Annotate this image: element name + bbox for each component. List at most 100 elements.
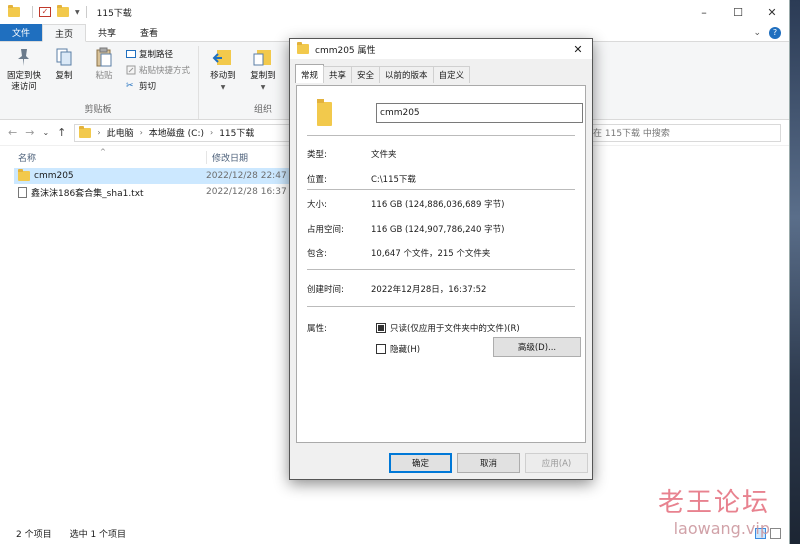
divider [307, 135, 575, 136]
breadcrumb-current-folder[interactable]: 115下载 [219, 126, 254, 139]
maximize-button[interactable]: ☐ [721, 0, 755, 24]
copy-path-button[interactable]: 复制路径 [126, 48, 190, 60]
properties-dialog: cmm205 属性 ✕ 常规 共享 安全 以前的版本 自定义 cmm205 类型… [289, 38, 593, 480]
tab-general[interactable]: 常规 [295, 64, 325, 83]
pin-label: 固定到快速访问 [6, 71, 41, 92]
folder-icon [8, 5, 20, 17]
prop-value: 文件夹 [371, 150, 397, 160]
breadcrumb-local-disk[interactable]: 本地磁盘 (C:) [149, 126, 204, 139]
tab-sharing[interactable]: 共享 [323, 66, 353, 83]
item-name: cmm205 [34, 171, 74, 181]
hidden-checkbox-box[interactable] [376, 344, 386, 354]
apply-button[interactable]: 应用(A) [525, 453, 588, 473]
search-placeholder: 在 115下载 中搜索 [593, 129, 670, 139]
pin-icon [18, 49, 29, 66]
copy-to-button[interactable]: 复制到 ▼ [245, 46, 281, 102]
list-item[interactable]: cmm205 2022/12/28 22:47 [14, 168, 294, 184]
large-icons-view-icon[interactable] [770, 528, 781, 539]
properties-quick-icon[interactable]: ✓ [39, 7, 51, 17]
move-to-label: 移动到 [210, 71, 236, 81]
advanced-button[interactable]: 高级(D)... [493, 337, 581, 357]
cut-button[interactable]: ✂ 剪切 [126, 80, 190, 92]
paste-label: 粘贴 [95, 71, 113, 81]
help-icon[interactable]: ? [769, 26, 781, 39]
item-name: 鑫沫沫186套合集_sha1.txt [31, 188, 144, 199]
prop-key: 创建时间: [307, 285, 344, 295]
tab-share[interactable]: 共享 [86, 24, 128, 41]
prop-key: 位置: [307, 175, 327, 185]
sort-caret-icon: ^ [100, 148, 106, 156]
prop-contains: 包含: 10,647 个文件，215 个文件夹 [307, 247, 490, 259]
prop-size-on-disk: 占用空间: 116 GB (124,907,786,240 字节) [307, 223, 504, 235]
large-folder-icon [317, 99, 332, 126]
divider [85, 6, 87, 18]
folder-name-input[interactable]: cmm205 [376, 103, 583, 123]
title-bar: ✓ ▼ 115下载 – ☐ ✕ [0, 0, 789, 24]
scissors-icon: ✂ [126, 81, 134, 91]
paste-shortcut-button[interactable]: 粘贴快捷方式 [126, 64, 190, 76]
dialog-close-button[interactable]: ✕ [564, 43, 592, 56]
tab-file[interactable]: 文件 [0, 24, 43, 41]
prop-type: 类型: 文件夹 [307, 148, 397, 160]
readonly-checkbox[interactable]: 只读(仅应用于文件夹中的文件)(R) [376, 322, 520, 334]
tab-home[interactable]: 主页 [42, 24, 87, 42]
copy-to-label: 复制到 [250, 71, 276, 81]
copy-button[interactable]: 复制 [46, 46, 82, 102]
expand-ribbon-icon[interactable]: ⌄ [753, 28, 761, 38]
minimize-button[interactable]: – [687, 0, 721, 24]
folder-icon [79, 125, 92, 138]
prop-location: 位置: C:\115下载 [307, 173, 416, 185]
paste-shortcut-label: 粘贴快捷方式 [139, 66, 191, 76]
tab-security[interactable]: 安全 [351, 66, 381, 83]
close-button[interactable]: ✕ [755, 0, 789, 24]
clipboard-group-label: 剪贴板 [84, 105, 112, 115]
watermark: 老王论坛 laowang.vip [658, 482, 770, 538]
paste-icon [96, 47, 112, 67]
folder-icon [18, 169, 30, 181]
move-to-icon [212, 50, 232, 65]
breadcrumb-this-pc[interactable]: 此电脑 [107, 126, 134, 139]
back-arrow-icon[interactable]: ← [8, 126, 17, 139]
chevron-down-icon: ▼ [260, 84, 266, 91]
prop-created: 创建时间: 2022年12月28日，16:37:52 [307, 283, 486, 295]
hidden-checkbox[interactable]: 隐藏(H) [376, 343, 420, 355]
prop-key: 属性: [307, 324, 327, 334]
new-folder-quick-icon[interactable] [57, 5, 69, 17]
divider [32, 6, 33, 18]
tab-customize[interactable]: 自定义 [432, 66, 471, 83]
search-input[interactable]: 在 115下载 中搜索 [586, 123, 781, 142]
list-item[interactable]: 鑫沫沫186套合集_sha1.txt 2022/12/28 16:37 [14, 184, 294, 200]
prop-attributes: 属性: [307, 322, 371, 334]
watermark-title: 老王论坛 [657, 488, 770, 518]
forward-arrow-icon[interactable]: → [25, 126, 34, 139]
cancel-button[interactable]: 取消 [457, 453, 520, 473]
copy-path-icon [126, 50, 136, 58]
recent-locations-chevron-icon[interactable]: ⌄ [42, 128, 49, 137]
dialog-title: cmm205 属性 [315, 45, 376, 56]
paste-button[interactable]: 粘贴 [86, 46, 122, 102]
prop-value: C:\115下载 [371, 175, 416, 185]
item-date: 2022/12/28 16:37 [206, 187, 287, 197]
prop-value: 116 GB (124,907,786,240 字节) [371, 225, 505, 235]
window-title: 115下载 [96, 8, 132, 19]
item-date: 2022/12/28 22:47 [206, 171, 287, 181]
divider [307, 306, 575, 307]
dialog-title-bar: cmm205 属性 ✕ [290, 39, 592, 59]
up-arrow-icon[interactable]: ↑ [57, 126, 66, 139]
readonly-checkbox-box[interactable] [376, 323, 386, 333]
customize-quick-access-icon[interactable]: ▼ [75, 9, 80, 16]
prop-value: 2022年12月28日，16:37:52 [371, 285, 487, 295]
copy-icon [56, 48, 72, 66]
tab-view[interactable]: 查看 [128, 24, 170, 41]
text-file-icon [18, 186, 27, 198]
clipboard-group: 固定到快速访问 复制 粘贴 复制路径 粘贴快捷方式 ✂ 剪切 剪贴板 [6, 46, 200, 119]
tab-previous-versions[interactable]: 以前的版本 [379, 66, 434, 83]
column-header-name[interactable]: 名称 [18, 151, 206, 164]
ok-button[interactable]: 确定 [389, 453, 452, 473]
copy-to-icon [253, 50, 272, 66]
breadcrumb-separator: › [139, 128, 143, 137]
cut-label: 剪切 [139, 82, 157, 92]
pin-quick-access-button[interactable]: 固定到快速访问 [6, 46, 42, 102]
prop-key: 包含: [307, 249, 327, 259]
move-to-button[interactable]: 移动到 ▼ [205, 46, 241, 102]
